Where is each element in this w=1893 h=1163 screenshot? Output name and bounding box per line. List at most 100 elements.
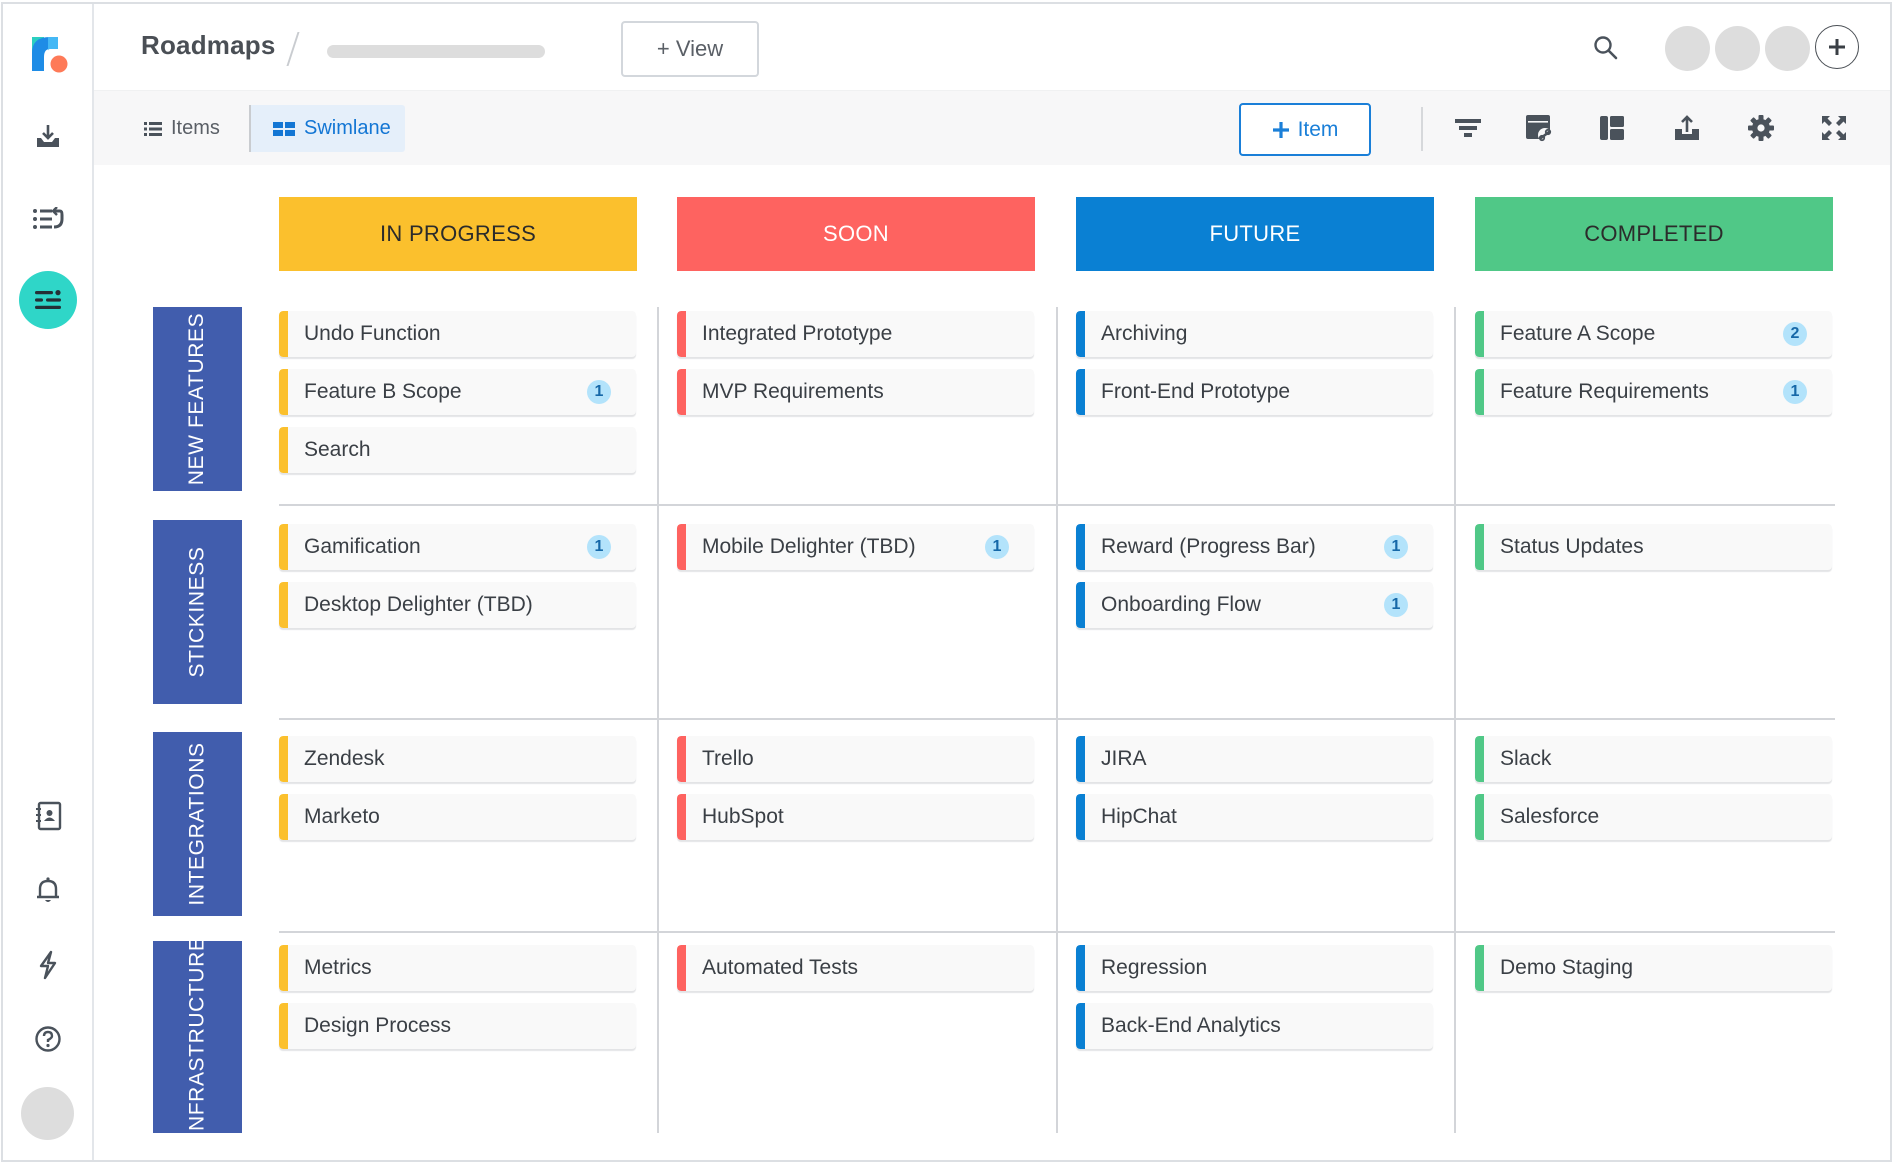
roadmap-item-card[interactable]: Onboarding Flow 1 bbox=[1076, 582, 1433, 628]
roadmap-item-card[interactable]: Feature A Scope 2 bbox=[1475, 311, 1832, 357]
plus-icon bbox=[1829, 39, 1845, 55]
tab-swimlane-label: Swimlane bbox=[304, 117, 391, 139]
linked-items-count-badge[interactable]: 2 bbox=[1783, 322, 1807, 346]
item-title: JIRA bbox=[1101, 747, 1147, 770]
bolt-icon bbox=[39, 950, 56, 980]
linked-items-count-badge[interactable]: 1 bbox=[587, 535, 611, 559]
roadmap-item-card[interactable]: Regression bbox=[1076, 945, 1433, 991]
plus-icon bbox=[1272, 121, 1289, 138]
roadmap-item-card[interactable]: Feature B Scope 1 bbox=[279, 369, 636, 415]
roadmap-item-card[interactable]: Status Updates bbox=[1475, 524, 1832, 570]
page-title: Roadmaps bbox=[141, 30, 276, 60]
linked-items-count-badge[interactable]: 1 bbox=[587, 380, 611, 404]
item-title: Desktop Delighter (TBD) bbox=[304, 593, 533, 616]
sidebar-item-contacts[interactable] bbox=[3, 796, 92, 836]
item-title: Marketo bbox=[304, 805, 380, 828]
roadmap-item-card[interactable]: Zendesk bbox=[279, 736, 636, 782]
roadmap-item-card[interactable]: Desktop Delighter (TBD) bbox=[279, 582, 636, 628]
add-item-label: Item bbox=[1297, 117, 1339, 141]
roadmap-item-card[interactable]: Reward (Progress Bar) 1 bbox=[1076, 524, 1433, 570]
status-color-stripe bbox=[1076, 524, 1085, 570]
column-header[interactable]: COMPLETED bbox=[1475, 197, 1833, 271]
breadcrumb-roadmap-name-placeholder[interactable] bbox=[327, 45, 545, 58]
swimlane-label[interactable]: STICKINESS bbox=[153, 520, 242, 704]
linked-calendar-button[interactable] bbox=[1521, 110, 1557, 146]
roadmap-item-card[interactable]: HubSpot bbox=[677, 794, 1034, 840]
swimlane-label[interactable]: INFRASTRUCTURE bbox=[153, 937, 242, 1137]
add-member-button[interactable] bbox=[1815, 25, 1859, 69]
status-color-stripe bbox=[1076, 369, 1085, 415]
item-title: Front-End Prototype bbox=[1101, 380, 1291, 403]
member-avatar[interactable] bbox=[1665, 26, 1710, 71]
roadmap-item-card[interactable]: Undo Function bbox=[279, 311, 636, 357]
sidebar-item-profile[interactable] bbox=[3, 1085, 92, 1141]
roadmap-item-card[interactable]: Slack bbox=[1475, 736, 1832, 782]
status-color-stripe bbox=[279, 794, 288, 840]
roadmap-item-card[interactable]: Search bbox=[279, 427, 636, 473]
member-avatar[interactable] bbox=[1765, 26, 1810, 71]
sidebar-item-roadmaps[interactable] bbox=[3, 271, 92, 329]
roadmap-item-card[interactable]: Integrated Prototype bbox=[677, 311, 1034, 357]
roadmap-item-card[interactable]: Salesforce bbox=[1475, 794, 1832, 840]
linked-items-count-badge[interactable]: 1 bbox=[1783, 380, 1807, 404]
item-title: Back-End Analytics bbox=[1101, 1014, 1281, 1037]
roadmap-item-card[interactable]: JIRA bbox=[1076, 736, 1433, 782]
tab-items[interactable]: Items bbox=[144, 105, 220, 152]
roadmap-item-card[interactable]: Back-End Analytics bbox=[1076, 1003, 1433, 1049]
member-avatar[interactable] bbox=[1715, 26, 1760, 71]
filter-button[interactable] bbox=[1450, 110, 1486, 146]
roadmap-item-card[interactable]: Design Process bbox=[279, 1003, 636, 1049]
settings-button[interactable] bbox=[1743, 110, 1779, 146]
active-indicator bbox=[18, 271, 77, 329]
status-color-stripe bbox=[1076, 1003, 1085, 1049]
list-icon bbox=[144, 121, 162, 136]
swimlane-label[interactable]: INTEGRATIONS bbox=[153, 732, 242, 916]
roadmap-item-card[interactable]: Gamification 1 bbox=[279, 524, 636, 570]
linked-items-count-badge[interactable]: 1 bbox=[985, 535, 1009, 559]
item-title: HubSpot bbox=[702, 805, 784, 828]
status-color-stripe bbox=[279, 524, 288, 570]
roadmap-item-card[interactable]: Automated Tests bbox=[677, 945, 1034, 991]
linked-calendar-icon bbox=[1526, 115, 1552, 142]
add-item-button[interactable]: Item bbox=[1239, 103, 1371, 156]
app-logo[interactable] bbox=[3, 28, 92, 78]
tab-swimlane[interactable]: Swimlane bbox=[249, 105, 405, 152]
column-header[interactable]: FUTURE bbox=[1076, 197, 1434, 271]
linked-items-count-badge[interactable]: 1 bbox=[1384, 593, 1408, 617]
swimlane-label-text: STICKINESS bbox=[185, 546, 209, 678]
list-redo-icon bbox=[32, 207, 63, 229]
roadmap-item-card[interactable]: Front-End Prototype bbox=[1076, 369, 1433, 415]
search-icon bbox=[1594, 36, 1618, 60]
roadmap-item-card[interactable]: HipChat bbox=[1076, 794, 1433, 840]
toolbar-divider bbox=[1421, 107, 1423, 151]
column-header[interactable]: IN PROGRESS bbox=[279, 197, 637, 271]
item-title: MVP Requirements bbox=[702, 380, 884, 403]
sidebar-item-integrations[interactable] bbox=[3, 945, 92, 985]
sidebar-item-notifications[interactable] bbox=[3, 870, 92, 910]
export-button[interactable] bbox=[1669, 110, 1705, 146]
breadcrumb-separator bbox=[286, 32, 300, 66]
status-color-stripe bbox=[677, 311, 686, 357]
swimlane-label[interactable]: NEW FEATURES bbox=[153, 307, 242, 491]
sidebar-item-backlog[interactable] bbox=[3, 199, 92, 239]
roadmap-item-card[interactable]: MVP Requirements bbox=[677, 369, 1034, 415]
search-button[interactable] bbox=[1592, 34, 1620, 67]
roadmap-item-card[interactable]: Archiving bbox=[1076, 311, 1433, 357]
roadmap-item-card[interactable]: Trello bbox=[677, 736, 1034, 782]
sidebar-item-help[interactable] bbox=[3, 1019, 92, 1059]
roadmap-item-card[interactable]: Feature Requirements 1 bbox=[1475, 369, 1832, 415]
linked-items-count-badge[interactable]: 1 bbox=[1384, 535, 1408, 559]
fullscreen-button[interactable] bbox=[1816, 110, 1852, 146]
sidebar-item-inbox[interactable] bbox=[3, 116, 92, 156]
roadmap-item-card[interactable]: Mobile Delighter (TBD) 1 bbox=[677, 524, 1034, 570]
add-view-button[interactable]: + View bbox=[621, 21, 759, 77]
item-title: Integrated Prototype bbox=[702, 322, 893, 345]
column-header[interactable]: SOON bbox=[677, 197, 1035, 271]
view-toolbar: Items Swimlane Item bbox=[94, 91, 1890, 165]
roadmap-item-card[interactable]: Metrics bbox=[279, 945, 636, 991]
status-color-stripe bbox=[1076, 945, 1085, 991]
layout-button[interactable] bbox=[1594, 110, 1630, 146]
status-color-stripe bbox=[677, 524, 686, 570]
roadmap-item-card[interactable]: Demo Staging bbox=[1475, 945, 1832, 991]
roadmap-item-card[interactable]: Marketo bbox=[279, 794, 636, 840]
